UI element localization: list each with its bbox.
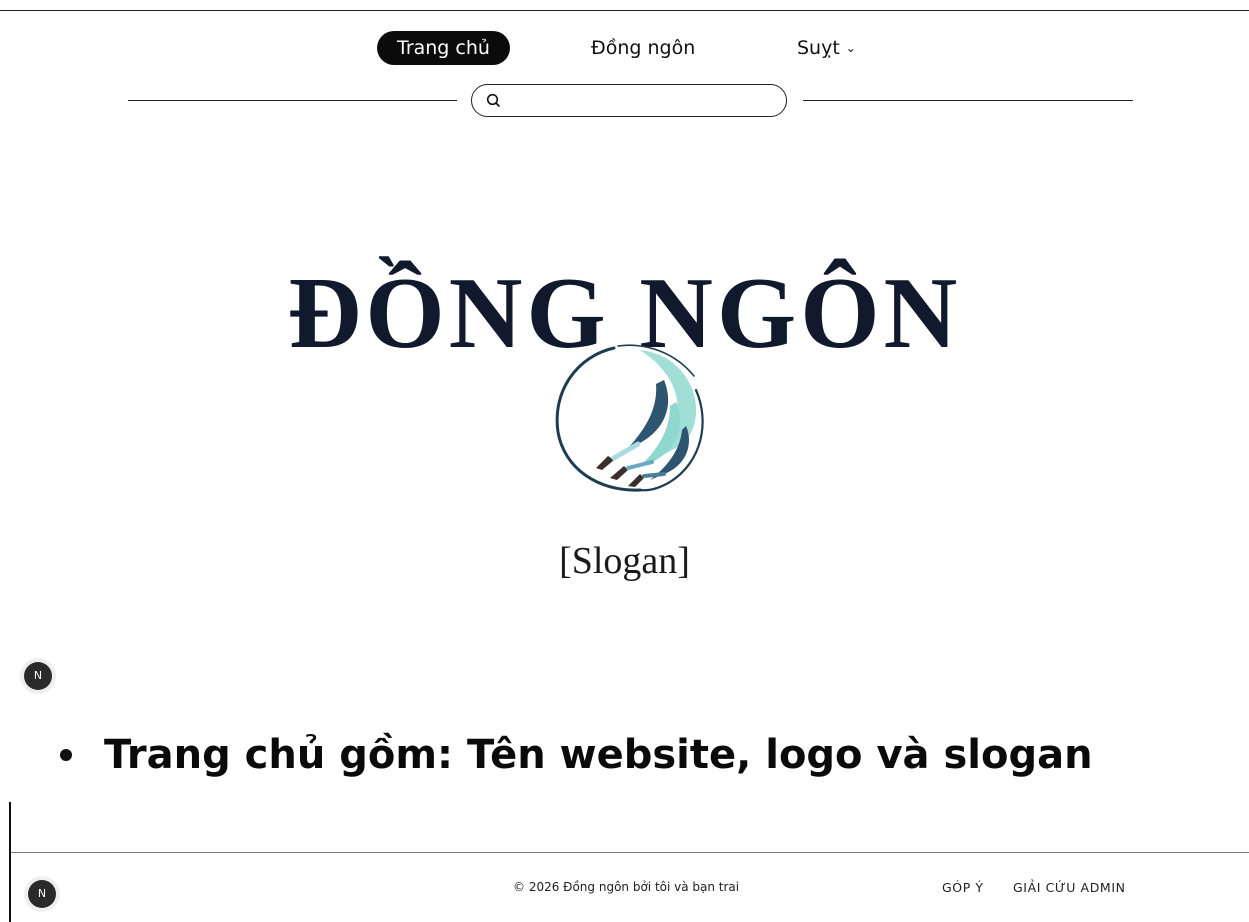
bullet-text: Trang chủ gồm: Tên website, logo và slog… xyxy=(104,732,1093,778)
search-rule-right xyxy=(803,100,1133,101)
chevron-down-icon: ⌄ xyxy=(845,41,856,55)
n-badge[interactable]: N xyxy=(24,662,52,690)
search-box[interactable] xyxy=(471,84,787,117)
nav-item-dong-ngon[interactable]: Đồng ngôn xyxy=(591,31,695,65)
search-input[interactable] xyxy=(510,89,774,115)
search-icon xyxy=(486,93,500,107)
site-slogan: [Slogan] xyxy=(559,540,690,582)
footer-divider xyxy=(11,852,1249,853)
n-badge-footer[interactable]: N xyxy=(28,880,56,908)
footer-copyright: © 2026 Đồng ngôn bởi tôi và bạn trai xyxy=(513,880,740,894)
left-edge-bar xyxy=(9,802,11,922)
footer-link-giai-cuu-admin[interactable]: GIẢI CỨU ADMIN xyxy=(1013,880,1126,895)
nav-item-suyt-label: Suỵt xyxy=(797,37,840,59)
bullet-icon xyxy=(60,749,72,761)
main-nav: Trang chủ Đồng ngôn Suỵt ⌄ xyxy=(0,31,1249,65)
search-rule-left xyxy=(128,100,457,101)
top-divider xyxy=(0,10,1249,11)
footer-link-gop-y[interactable]: GÓP Ý xyxy=(942,880,984,895)
nav-item-suyt[interactable]: Suỵt ⌄ xyxy=(797,31,856,65)
nav-item-trang-chu[interactable]: Trang chủ xyxy=(377,31,510,65)
brush-circle-logo xyxy=(555,344,704,492)
